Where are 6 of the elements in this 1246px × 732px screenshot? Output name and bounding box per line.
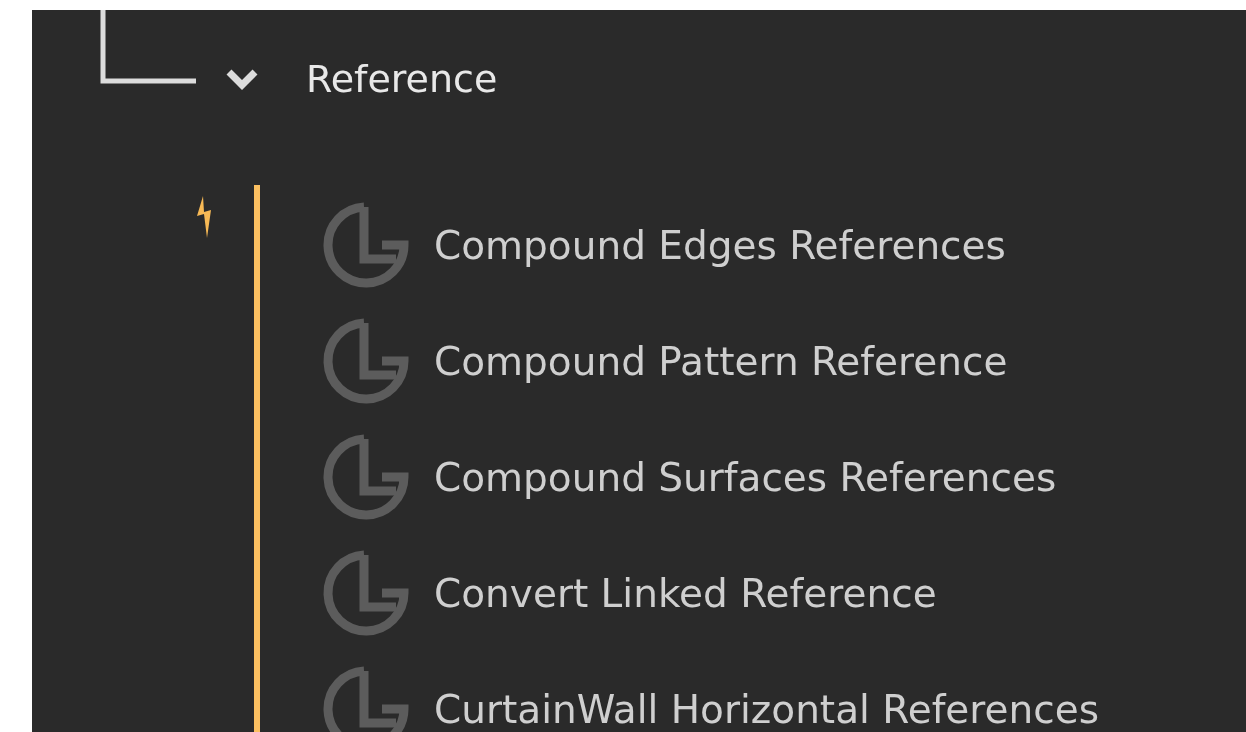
library-item[interactable]: Convert Linked Reference xyxy=(320,548,1099,638)
library-item[interactable]: Compound Surfaces References xyxy=(320,432,1099,522)
category-label[interactable]: Reference xyxy=(306,60,498,98)
library-item[interactable]: Compound Pattern Reference xyxy=(320,316,1099,406)
library-item[interactable]: CurtainWall Horizontal References xyxy=(320,664,1099,732)
library-item[interactable]: Compound Edges References xyxy=(320,200,1099,290)
